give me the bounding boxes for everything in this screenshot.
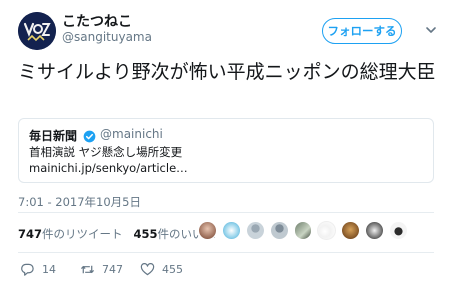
retweet-icon (80, 262, 95, 277)
verified-badge-icon (83, 128, 96, 143)
retweet-count: 747 (102, 263, 123, 276)
user-handle[interactable]: @sangituyama (62, 30, 152, 44)
retweets-label: 件のリツイート (42, 227, 123, 241)
reply-count: 14 (42, 263, 56, 276)
user-display-name[interactable]: こたつねこ (62, 11, 132, 31)
liker-avatar[interactable] (221, 221, 241, 240)
liker-avatar[interactable] (365, 221, 385, 240)
quoted-tweet-handle: @mainichi (100, 127, 163, 141)
user-avatar[interactable] (18, 12, 56, 50)
tweet-timestamp[interactable]: 7:01 - 2017年10月5日 (18, 194, 141, 210)
quoted-tweet-text: 首相演説 ヤジ懸念し場所変更 (29, 145, 183, 159)
follow-button[interactable]: フォローする (322, 18, 402, 44)
liker-avatar[interactable] (389, 221, 409, 240)
retweet-action[interactable]: 747 (80, 262, 123, 277)
quoted-tweet-link[interactable]: mainichi.jp/senkyo/article… (29, 161, 188, 175)
quoted-tweet-name: 毎日新聞 (29, 129, 78, 143)
likes-count: 455 (133, 227, 158, 241)
retweets-stat[interactable]: 747件のリツイート (18, 227, 123, 241)
liker-avatar[interactable] (341, 221, 361, 240)
liker-avatar[interactable] (245, 221, 265, 240)
reply-action[interactable]: 14 (20, 262, 56, 277)
like-action[interactable]: 455 (140, 262, 183, 277)
divider (18, 252, 434, 253)
liker-avatar[interactable] (269, 221, 289, 240)
quoted-tweet-card[interactable]: 毎日新聞 @mainichi 首相演説 ヤジ懸念し場所変更 mainichi.j… (18, 118, 434, 183)
like-count: 455 (162, 263, 183, 276)
liker-avatars (198, 221, 409, 245)
liker-avatar[interactable] (198, 221, 217, 240)
tweet-text: ミサイルより野次が怖い平成ニッポンの総理大臣 (18, 61, 436, 83)
retweets-count: 747 (18, 227, 43, 241)
chevron-down-icon[interactable] (424, 22, 438, 36)
like-icon (140, 262, 155, 277)
reply-icon (20, 262, 35, 277)
divider (18, 212, 434, 213)
liker-avatar[interactable] (317, 221, 337, 240)
engagement-stats: 747件のリツイート 455件のいいね (18, 226, 215, 242)
liker-avatar[interactable] (293, 221, 313, 240)
